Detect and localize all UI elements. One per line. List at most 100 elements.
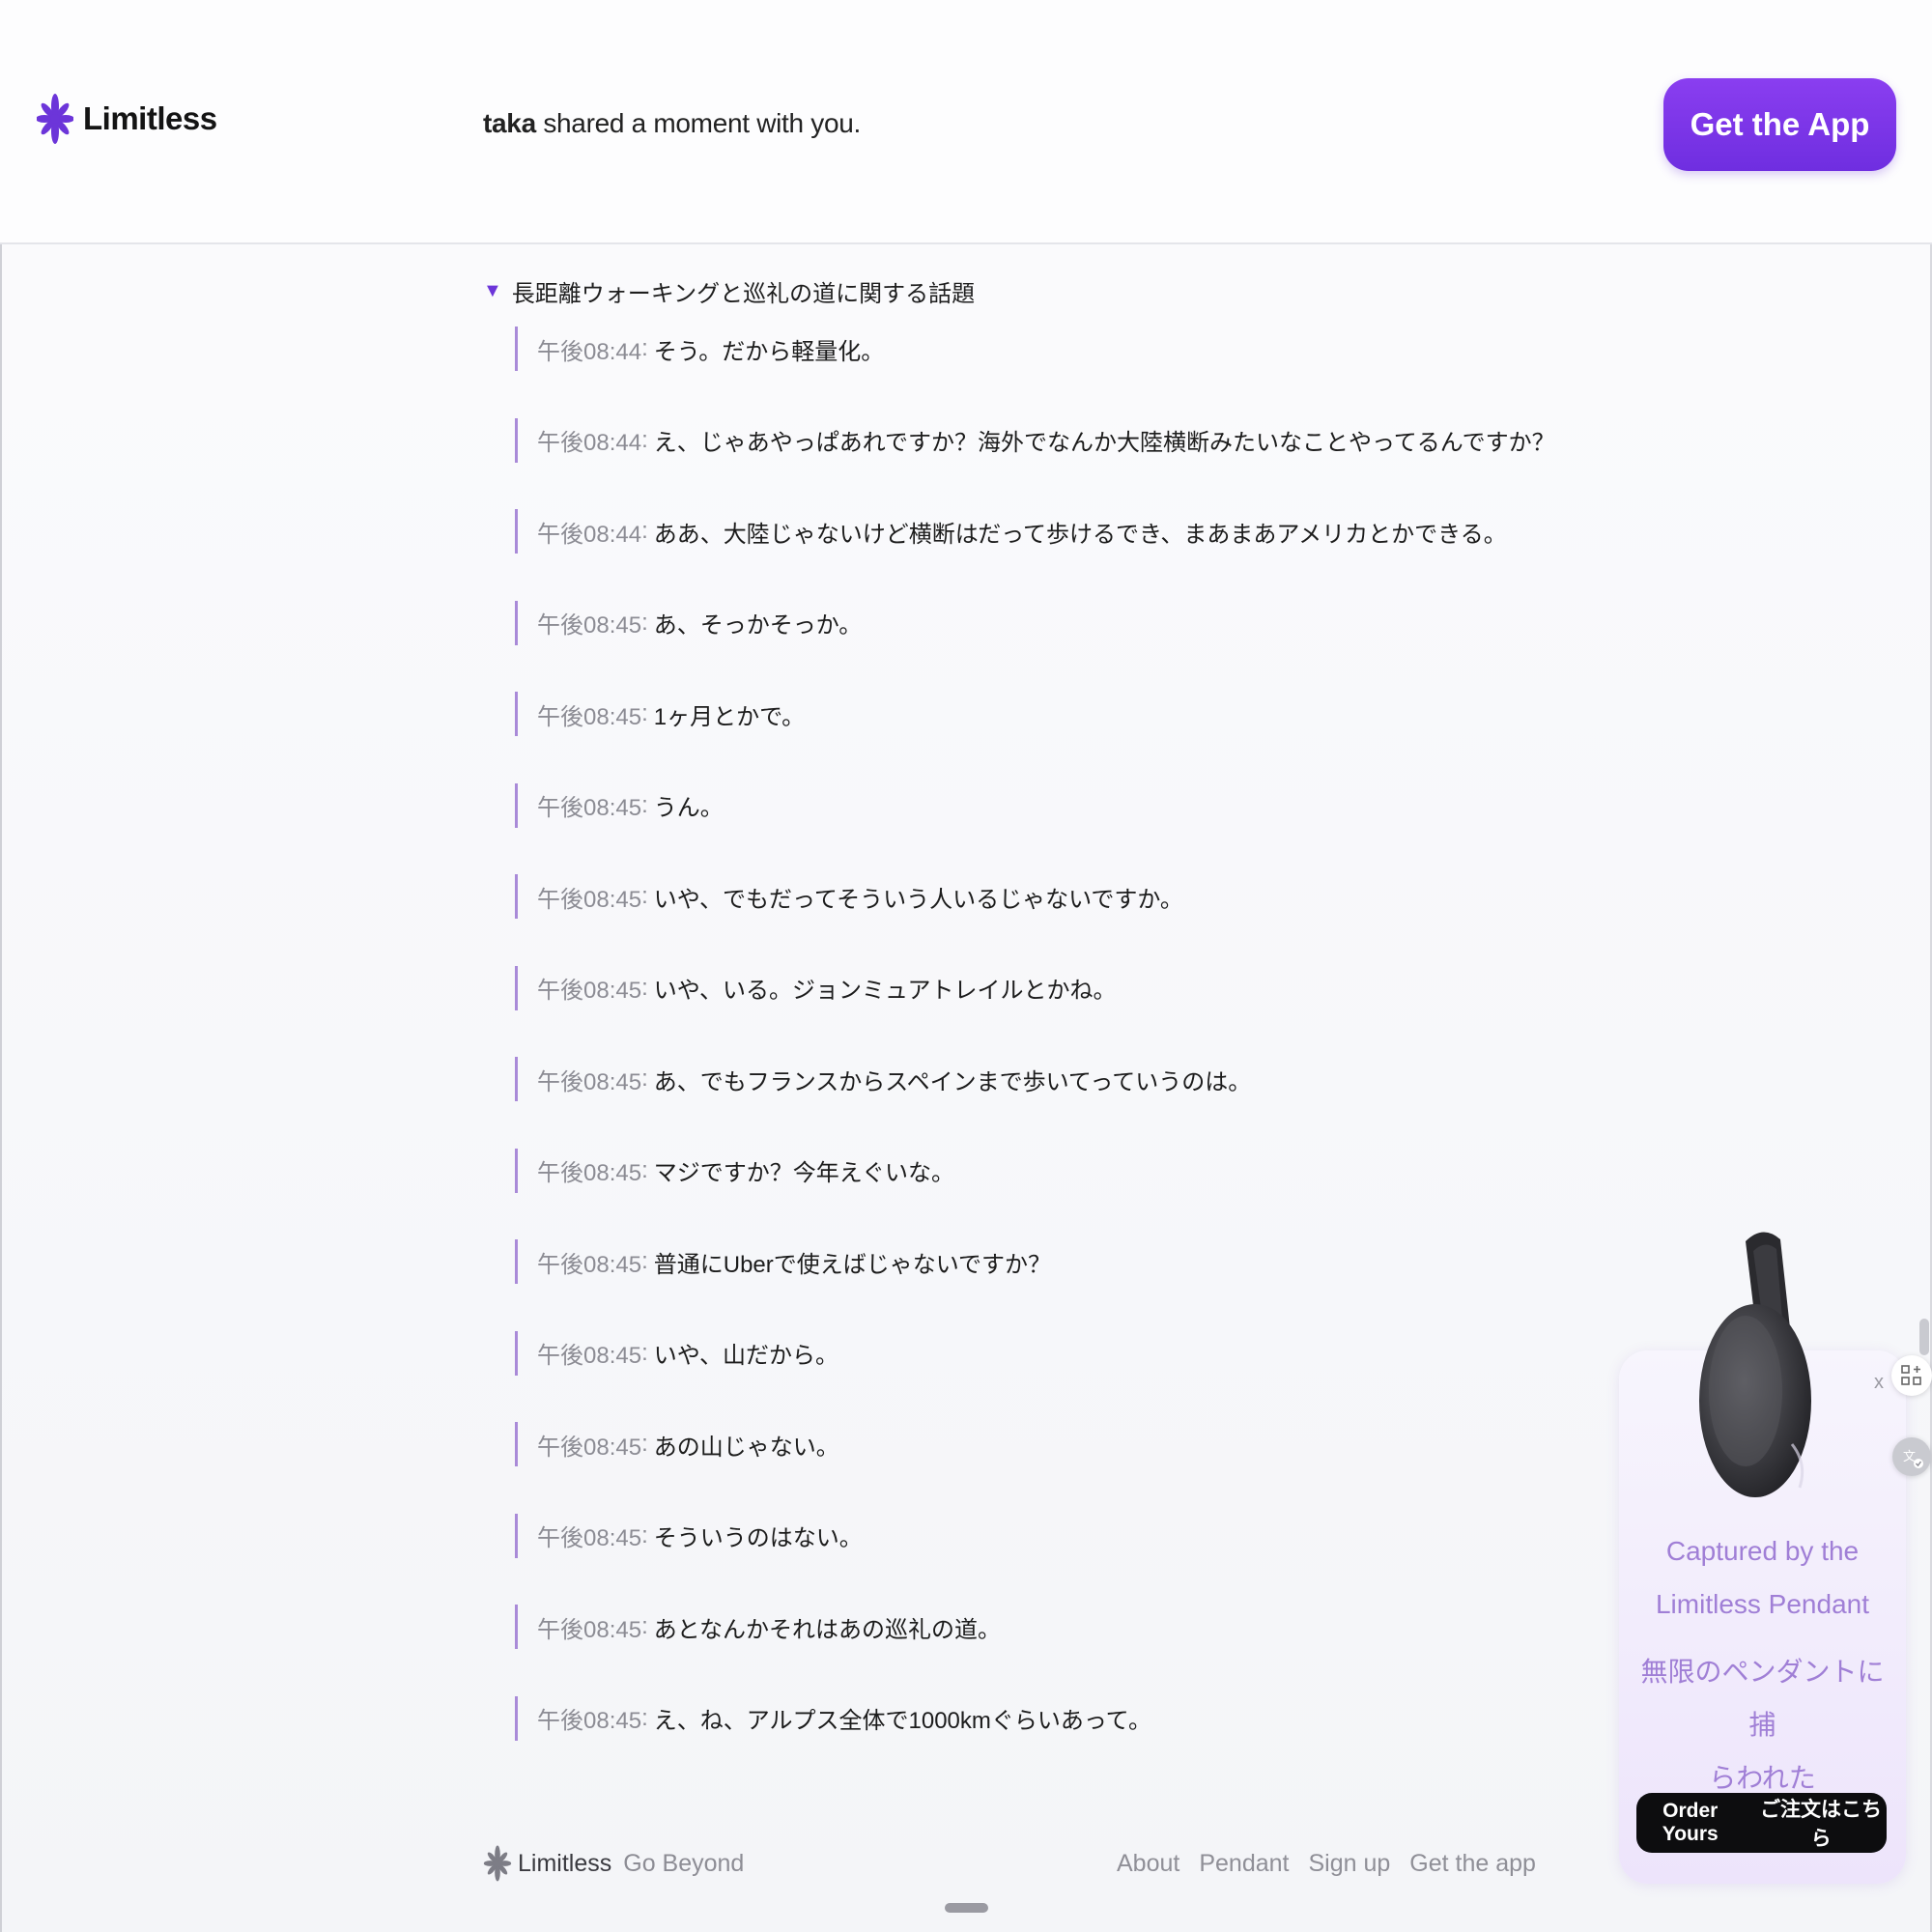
home-indicator (945, 1903, 988, 1913)
utterance: ああ、大陸じゃないけど横断はだって歩けるでき、まあまあアメリカとかできる。 (653, 521, 1507, 548)
svg-text:文: 文 (1903, 1450, 1916, 1464)
share-message: taka shared a moment with you. (483, 108, 861, 139)
order-label: Order Yours (1662, 1800, 1719, 1845)
separator: : (641, 1339, 648, 1366)
utterance: 普通にUberで使えばじゃないですか？ (653, 1251, 1052, 1278)
footer-nav: About Pendant Sign up Get the app (1117, 1850, 1536, 1878)
order-label-translation: ご注文はこちら (1760, 1799, 1883, 1850)
timestamp: 午後08:45 (537, 1343, 642, 1369)
utterance: そう。だから軽量化。 (653, 338, 885, 365)
brand-name: Limitless (83, 100, 217, 136)
footer-brand-name: Limitless (518, 1849, 612, 1877)
separator: : (641, 1065, 648, 1092)
transcript-line: 午後08:45: うん。 (515, 782, 1577, 828)
topic-toggle[interactable]: ▼ 長距離ウォーキングと巡礼の道に関する話題 (483, 274, 975, 308)
footer-tagline: Go Beyond (623, 1849, 745, 1877)
brand-logo[interactable]: Limitless (37, 89, 217, 149)
promo-caption-line1: Captured by the (1665, 1536, 1860, 1566)
timestamp: 午後08:44 (537, 430, 642, 456)
topic-title: 長距離ウォーキングと巡礼の道に関する話題 (511, 281, 976, 307)
scrollbar-thumb[interactable] (1919, 1319, 1929, 1355)
timestamp: 午後08:44 (537, 338, 642, 365)
transcript-line: 午後08:44: え、じゃあやっぱあれですか？海外でなんか大陸横断みたいなことやっ… (515, 417, 1577, 463)
limitless-logo-icon (483, 1845, 512, 1882)
transcript-line: 午後08:45: いや、いる。ジョンミュアトレイルとかね。 (515, 965, 1577, 1010)
translate-icon[interactable]: 文 (1892, 1437, 1931, 1476)
transcript-line: 午後08:45: あの山じゃない。 (515, 1422, 1577, 1466)
promo-caption-ja-line1: 無限のペンダントに捕 (1640, 1657, 1885, 1740)
separator: : (641, 791, 648, 818)
separator: : (641, 426, 648, 453)
window-border-left (0, 0, 2, 1932)
separator: : (641, 1156, 648, 1183)
timestamp: 午後08:45 (537, 1160, 642, 1186)
transcript-line: 午後08:45: あとなんかそれはあの巡礼の道。 (515, 1605, 1577, 1649)
footer-link-get-the-app[interactable]: Get the app (1409, 1850, 1536, 1878)
timestamp: 午後08:44 (537, 521, 642, 548)
separator: : (641, 1431, 648, 1457)
transcript-line: 午後08:45: あ、でもフランスからスペインまで歩いてっていうのは。 (515, 1057, 1577, 1101)
timestamp: 午後08:45 (537, 612, 642, 639)
pendant-device-image (1699, 1232, 1811, 1497)
separator: : (641, 974, 648, 1001)
transcript-line: 午後08:45: そういうのはない。 (515, 1513, 1577, 1558)
timestamp: 午後08:45 (537, 703, 642, 730)
separator: : (641, 1704, 648, 1731)
order-yours-button[interactable]: Order Yours ご注文はこちら (1636, 1793, 1887, 1853)
timestamp: 午後08:45 (537, 1068, 642, 1095)
transcript-line: 午後08:44: そう。だから軽量化。 (515, 327, 1577, 371)
utterance: いや、いる。ジョンミュアトレイルとかね。 (653, 978, 1117, 1004)
utterance: あ、そっかそっか。 (653, 612, 863, 639)
separator: : (641, 335, 648, 361)
separator: : (641, 518, 648, 544)
footer-link-sign-up[interactable]: Sign up (1308, 1850, 1390, 1878)
qr-add-glyph (1901, 1365, 1921, 1385)
expand-triangle-icon: ▼ (483, 280, 502, 301)
transcript-line: 午後08:45: いや、でもだってそういう人いるじゃないですか。 (515, 874, 1577, 919)
promo-caption-translation: 無限のペンダントに捕 らわれた (1638, 1645, 1887, 1804)
utterance: うん。 (653, 795, 724, 821)
timestamp: 午後08:45 (537, 1525, 642, 1551)
utterance: 1ヶ月とかで。 (653, 703, 806, 730)
footer-link-pendant[interactable]: Pendant (1199, 1850, 1289, 1878)
timestamp: 午後08:45 (537, 1251, 642, 1278)
transcript-list: 午後08:44: そう。だから軽量化。 午後08:44: え、じゃあやっぱあれですか… (515, 327, 1577, 1787)
page-header: Limitless taka shared a moment with you.… (0, 0, 1932, 244)
separator: : (641, 1613, 648, 1639)
utterance: あの山じゃない。 (653, 1434, 839, 1461)
close-icon[interactable]: x (1874, 1372, 1884, 1394)
footer-brand[interactable]: Limitless Go Beyond (483, 1842, 744, 1885)
promo-caption-line2: Limitless Pendant (1655, 1589, 1869, 1619)
separator: : (641, 700, 648, 726)
separator: : (641, 883, 648, 909)
translate-glyph: 文 (1903, 1450, 1923, 1468)
separator: : (641, 1248, 648, 1274)
transcript-line: 午後08:45: いや、山だから。 (515, 1330, 1577, 1376)
utterance: そういうのはない。 (653, 1525, 863, 1551)
separator: : (641, 609, 648, 636)
transcript-line: 午後08:45:1ヶ月とかで。 (515, 692, 1577, 736)
utterance: マジですか？今年えぐいな。 (653, 1160, 955, 1186)
timestamp: 午後08:45 (537, 1708, 642, 1734)
share-username: taka (483, 108, 536, 138)
utterance: え、じゃあやっぱあれですか？海外でなんか大陸横断みたいなことやってるんですか？ (653, 430, 1555, 456)
timestamp: 午後08:45 (537, 886, 642, 913)
get-app-button[interactable]: Get the App (1663, 78, 1896, 171)
separator: : (641, 1521, 648, 1548)
promo-caption: Captured by the Limitless Pendant (1619, 1524, 1906, 1631)
utterance: いや、山だから。 (653, 1343, 839, 1369)
transcript-line: 午後08:45: あ、そっかそっか。 (515, 600, 1577, 645)
transcript-line: 午後08:45: え、ね、アルプス全体で1000kmぐらいあって。 (515, 1695, 1577, 1741)
utterance: あ、でもフランスからスペインまで歩いてっていうのは。 (653, 1068, 1252, 1095)
timestamp: 午後08:45 (537, 1434, 642, 1461)
share-text: shared a moment with you. (535, 108, 861, 138)
footer-link-about[interactable]: About (1117, 1850, 1179, 1878)
timestamp: 午後08:45 (537, 978, 642, 1004)
utterance: あとなんかそれはあの巡礼の道。 (653, 1616, 1002, 1643)
timestamp: 午後08:45 (537, 795, 642, 821)
timestamp: 午後08:45 (537, 1616, 642, 1643)
transcript-line: 午後08:45: マジですか？今年えぐいな。 (515, 1148, 1577, 1193)
limitless-logo-icon (37, 94, 73, 144)
transcript-line: 午後08:44: ああ、大陸じゃないけど横断はだって歩けるでき、まあまあアメリカと… (515, 509, 1577, 554)
qr-add-icon[interactable] (1891, 1355, 1932, 1396)
